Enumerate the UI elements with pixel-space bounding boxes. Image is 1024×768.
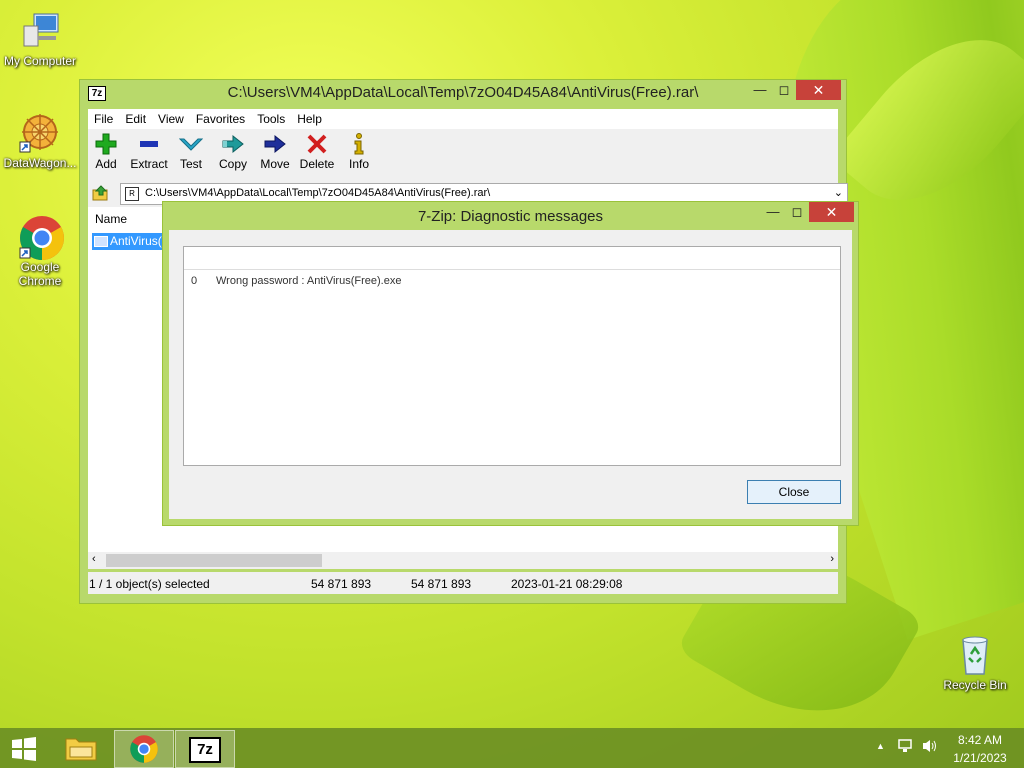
folder-icon [65,738,97,761]
desktop-icon-label: Google Chrome [18,260,62,288]
menu-view[interactable]: View [152,109,190,126]
dialog-maximize-button[interactable]: ◻ [783,202,811,222]
path-text: C:\Users\VM4\AppData\Local\Temp\7zO04D45… [145,187,491,199]
message-list[interactable]: 0 Wrong password : AntiVirus(Free).exe [183,246,841,466]
dialog-close-icon[interactable]: ✕ [809,202,854,222]
dialog-title: 7-Zip: Diagnostic messages [417,208,604,225]
x-icon [295,133,339,157]
main-titlebar[interactable]: 7z C:\Users\VM4\AppData\Local\Temp\7zO04… [80,80,846,104]
info-icon [337,133,381,157]
menu-help[interactable]: Help [291,109,328,126]
status-packed: 54 871 893 [411,577,472,591]
desktop-icon-label: Recycle Bin [943,678,1007,692]
move-button[interactable]: Move [253,133,297,171]
close-window-button[interactable]: ✕ [796,80,841,100]
scroll-right-icon[interactable]: › [830,553,834,565]
desktop-icon-google-chrome[interactable]: Google Chrome [0,214,80,288]
volume-icon[interactable] [921,738,939,757]
desktop-icon-recycle-bin[interactable]: Recycle Bin [935,632,1015,692]
network-icon[interactable] [897,738,915,757]
show-hidden-icons-icon[interactable]: ▲ [876,741,885,751]
scroll-left-icon[interactable]: ‹ [92,553,96,565]
menu-edit[interactable]: Edit [119,109,152,126]
plus-icon [84,133,128,157]
7zip-icon: 7z [189,737,221,763]
test-label: Test [179,157,202,171]
list-item[interactable]: AntiVirus( [92,233,168,250]
extract-label: Extract [130,157,168,171]
delete-label: Delete [299,157,335,171]
window-title: C:\Users\VM4\AppData\Local\Temp\7zO04D45… [227,84,699,101]
dialog-titlebar[interactable]: 7-Zip: Diagnostic messages — ◻ ✕ [163,202,858,226]
desktop-icon-my-computer[interactable]: My Computer [0,8,80,68]
menu-tools[interactable]: Tools [251,109,291,126]
start-button[interactable] [0,730,48,766]
menu-favorites[interactable]: Favorites [190,109,251,126]
delete-button[interactable]: Delete [295,133,339,171]
chrome-icon [18,214,64,260]
info-button[interactable]: Info [337,133,381,171]
file-name: AntiVirus( [110,234,162,248]
datawagon-icon [18,110,62,154]
message-list-header [184,247,840,270]
arrow-right-icon [253,133,297,157]
windows-logo-icon [12,737,36,761]
taskbar-file-explorer[interactable] [52,730,110,766]
copy-label: Copy [218,157,247,171]
archive-icon: R [125,187,139,201]
horizontal-scrollbar[interactable]: ‹ › [88,552,838,569]
dialog-body: 0 Wrong password : AntiVirus(Free).exe C… [169,230,852,519]
taskbar: 7z ▲ 8:42 AM 1/21/2023 [0,728,1024,768]
recycle-bin-icon [953,632,997,676]
test-button[interactable]: Test [169,133,213,171]
chevron-down-icon[interactable]: ⌄ [834,186,843,199]
extract-button[interactable]: Extract [127,133,171,171]
double-arrow-icon [211,133,255,157]
move-label: Move [260,157,290,171]
minus-icon [127,133,171,157]
up-folder-icon[interactable] [92,184,110,202]
desktop-icon-label: DataWagon... [3,156,77,170]
chrome-icon [130,735,158,763]
computer-icon [18,8,62,52]
status-modified: 2023-01-21 08:29:08 [511,577,623,591]
status-selected: 1 / 1 object(s) selected [89,577,210,591]
desktop-icon-label: My Computer [3,54,77,68]
maximize-button[interactable]: ◻ [770,80,798,100]
clock-date[interactable]: 1/21/2023 [950,751,1010,765]
taskbar-7zip[interactable]: 7z [175,730,235,768]
message-index: 0 [191,275,198,287]
diagnostic-dialog: 7-Zip: Diagnostic messages — ◻ ✕ 0 Wrong… [162,201,859,526]
taskbar-chrome[interactable] [114,730,174,768]
status-size: 54 871 893 [311,577,372,591]
info-label: Info [348,157,369,171]
check-arrow-icon [169,133,213,157]
add-button[interactable]: Add [84,133,128,171]
menu-bar: File Edit View Favorites Tools Help [88,109,838,129]
menu-file[interactable]: File [88,109,119,126]
message-text: Wrong password : AntiVirus(Free).exe [216,275,402,287]
scroll-thumb[interactable] [106,554,322,567]
column-header-name[interactable]: Name [95,212,127,226]
status-bar: 1 / 1 object(s) selected 54 871 893 54 8… [88,572,838,594]
toolbar: Add Extract Test Copy Move Delete Info [88,129,838,181]
close-button[interactable]: Close [747,480,841,504]
file-icon [94,236,108,247]
add-label: Add [95,157,117,171]
clock-time[interactable]: 8:42 AM [950,733,1010,747]
copy-button[interactable]: Copy [211,133,255,171]
desktop-icon-datawagon[interactable]: DataWagon... [0,110,80,170]
